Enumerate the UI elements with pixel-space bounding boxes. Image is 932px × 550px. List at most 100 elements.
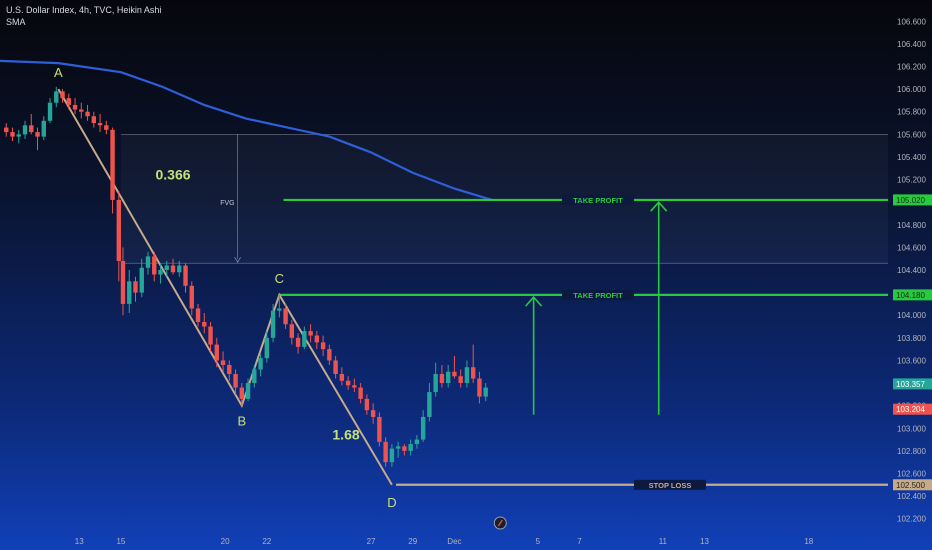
price-chart[interactable]: FVG TAKE PROFIT TAKE PROFIT STOP LOSS A B C D… (0, 0, 932, 550)
candle-28-body (177, 265, 182, 273)
price-tick-label: 105.600 (897, 130, 926, 139)
time-tick-label: 20 (221, 537, 230, 546)
price-tick-label: 106.400 (897, 40, 926, 49)
current-price-badge-text: 103.204 (896, 405, 925, 414)
time-tick-label: 7 (577, 537, 582, 546)
price-tick-label: 104.400 (897, 266, 926, 275)
candle-77-body (483, 387, 488, 397)
candle-39-body (245, 383, 251, 399)
candle-48-body (302, 331, 307, 347)
candle-25-body (158, 270, 163, 275)
take-profit-2-label: TAKE PROFIT (573, 291, 623, 300)
candle-34-body (214, 344, 219, 361)
candle-21-body (133, 281, 138, 293)
candle-13-body (85, 111, 90, 117)
candle-29-body (183, 265, 188, 286)
candle-55-body (345, 380, 351, 386)
candle-0-body (4, 127, 9, 133)
price-tick-label: 104.800 (897, 221, 926, 230)
candle-61-body (383, 441, 388, 463)
price-badge-level-text: 105.020 (896, 196, 925, 205)
candle-4-body (29, 125, 34, 133)
candle-49-body (308, 331, 313, 336)
candle-63-body (395, 446, 401, 449)
candle-1-body (10, 132, 15, 137)
candle-47-body (295, 337, 301, 347)
price-tick-label: 103.000 (897, 424, 926, 433)
candle-74-body (464, 367, 470, 384)
price-tick-label: 105.800 (897, 108, 926, 117)
candle-56-body (352, 385, 357, 388)
time-tick-label: 22 (262, 537, 271, 546)
candle-68-body (427, 392, 432, 417)
current-price-badge-text: 103.357 (896, 380, 925, 389)
ratio-label-2: 1.68 (332, 427, 359, 443)
candle-8-body (54, 91, 59, 103)
point-label-a: A (54, 65, 63, 80)
price-tick-label: 102.200 (897, 515, 926, 524)
candle-20-body (127, 281, 132, 304)
price-badge-level-text: 104.180 (896, 291, 925, 300)
price-tick-label: 106.600 (897, 17, 926, 26)
candle-50-body (314, 335, 320, 343)
price-tick-label: 106.000 (897, 85, 926, 94)
candle-73-body (458, 376, 463, 384)
candle-52-body (327, 349, 332, 361)
candle-71-body (445, 371, 451, 384)
fvg-zone (121, 134, 888, 263)
candle-58-body (364, 398, 370, 411)
candle-45-body (283, 308, 288, 325)
candle-76-body (477, 378, 482, 397)
candle-35-body (220, 360, 226, 365)
candle-12-body (79, 109, 84, 112)
price-tick-label: 105.200 (897, 176, 926, 185)
point-label-b: B (237, 414, 246, 429)
price-tick-label: 104.000 (897, 311, 926, 320)
ratio-label-1: 0.366 (155, 167, 190, 183)
candle-57-body (358, 387, 363, 399)
point-label-d: D (387, 495, 396, 510)
candle-75-body (470, 367, 476, 379)
candle-22-body (139, 267, 144, 293)
candle-41-body (258, 358, 263, 370)
candle-37-body (233, 374, 238, 388)
price-tick-label: 103.800 (897, 334, 926, 343)
candle-2-body (16, 134, 21, 137)
candle-11-body (72, 104, 78, 110)
candle-10-body (66, 98, 71, 105)
candle-38-body (239, 387, 245, 399)
time-tick-label: 5 (536, 537, 541, 546)
candle-5-body (35, 132, 40, 137)
candle-24-body (152, 256, 157, 275)
candle-51-body (320, 342, 326, 350)
point-label-c: C (275, 271, 284, 286)
candle-54-body (339, 374, 345, 381)
price-tick-label: 102.600 (897, 469, 926, 478)
candle-42-body (264, 337, 270, 359)
time-tick-label: 29 (408, 537, 417, 546)
candle-16-body (104, 125, 109, 130)
candle-67-body (420, 416, 426, 440)
candle-72-body (452, 371, 457, 377)
candle-26-body (164, 265, 169, 270)
candle-32-body (202, 322, 207, 327)
time-tick-label: 18 (804, 537, 813, 546)
fvg-layer: FVG (120, 133, 888, 264)
candle-30-body (189, 285, 194, 309)
price-tick-label: 105.400 (897, 153, 926, 162)
price-tick-label: 102.400 (897, 492, 926, 501)
time-tick-label: 13 (75, 537, 84, 546)
candle-27-body (170, 265, 176, 273)
time-tick-label: 15 (116, 537, 125, 546)
price-tick-label: 102.800 (897, 447, 926, 456)
candle-36-body (227, 364, 232, 374)
time-tick-label: 27 (367, 537, 376, 546)
candle-43-body (270, 310, 276, 338)
candle-65-body (408, 444, 413, 451)
candle-44-body (277, 308, 282, 311)
candle-46-body (289, 324, 295, 338)
price-tick-label: 104.600 (897, 243, 926, 252)
candle-9-body (60, 91, 65, 99)
time-tick-label: 13 (700, 537, 709, 546)
candle-70-body (439, 374, 445, 384)
